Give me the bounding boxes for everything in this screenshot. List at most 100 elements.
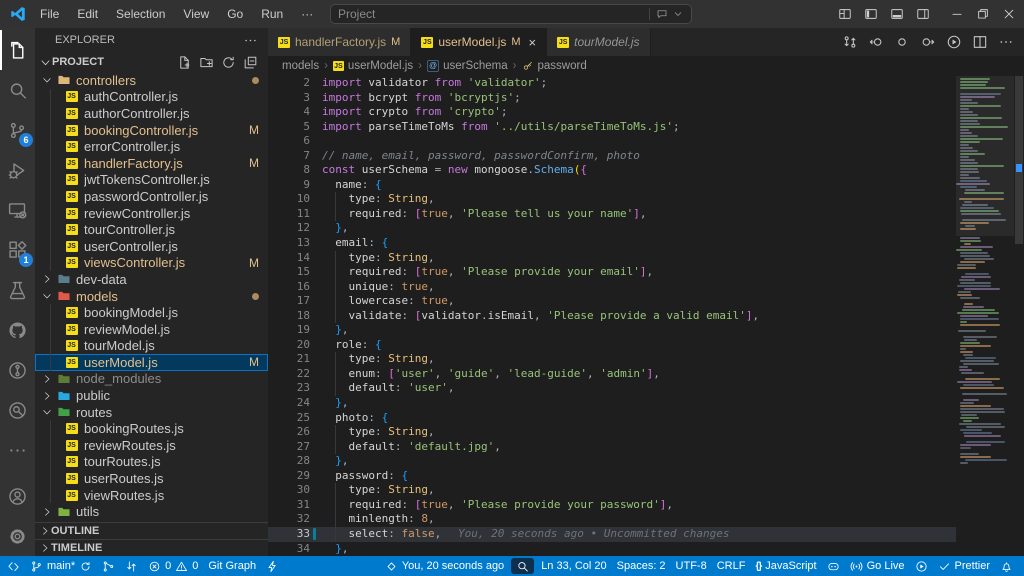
status-code-runner[interactable] [910,556,933,576]
code-line-21[interactable]: 21 type: String, [268,352,956,367]
code-line-34[interactable]: 34 }, [268,542,956,557]
code-line-14[interactable]: 14 type: String, [268,251,956,266]
activity-settings[interactable] [0,516,35,556]
chevron-small-down-icon[interactable] [672,8,684,20]
code-line-8[interactable]: 8const userSchema = new mongoose.Schema(… [268,163,956,178]
tree-item-controllers[interactable]: controllers [35,72,268,89]
ellipsis-icon[interactable] [243,33,258,48]
tree-item-routes[interactable]: routes [35,404,268,421]
status-go-live[interactable]: Go Live [845,556,910,576]
activity-gitlens[interactable] [0,350,35,390]
code-line-2[interactable]: 2import validator from 'validator'; [268,76,956,91]
tree-item-userRoutes-js[interactable]: JSuserRoutes.js [35,470,268,487]
status-prettier[interactable]: Prettier [933,556,995,576]
tree-item-tourModel-js[interactable]: JStourModel.js [35,338,268,355]
status-cursor-position[interactable]: Ln 33, Col 20 [536,556,611,576]
nav-circle-button[interactable] [894,34,910,50]
tree-item-bookingRoutes-js[interactable]: JSbookingRoutes.js [35,420,268,437]
code-line-12[interactable]: 12 }, [268,221,956,236]
search-extra-icons[interactable] [649,8,684,20]
ellipsis-button[interactable] [998,34,1014,50]
panel-right-button[interactable] [910,0,936,28]
code-line-11[interactable]: 11 required: [true, 'Please tell us your… [268,207,956,222]
code-line-26[interactable]: 26 type: String, [268,425,956,440]
code-line-25[interactable]: 25 photo: { [268,411,956,426]
compare-changes-button[interactable] [842,34,858,50]
tab-tourModel-js[interactable]: JStourModel.js [547,28,650,56]
panel-bottom-button[interactable] [884,0,910,28]
status-encoding[interactable]: UTF-8 [671,556,712,576]
tree-item-public[interactable]: public [35,387,268,404]
activity-ellipsis[interactable] [0,430,35,470]
status-notifications[interactable] [995,556,1018,576]
activity-remote-explorer[interactable] [0,190,35,230]
code-line-31[interactable]: 31 required: [true, 'Please provide your… [268,498,956,513]
activity-github[interactable] [0,310,35,350]
tree-item-bookingModel-js[interactable]: JSbookingModel.js [35,304,268,321]
command-center-search[interactable]: Project [330,4,692,24]
tree-item-utils[interactable]: utils [35,503,268,520]
status-zoom-tool[interactable] [511,558,534,574]
nav-forward-circle-button[interactable] [920,34,936,50]
section-outline[interactable]: OUTLINE [35,522,268,539]
code-line-6[interactable]: 6 [268,134,956,149]
menu-file[interactable]: File [31,0,68,28]
status-remote-indicator[interactable] [0,556,25,576]
code-line-19[interactable]: 19 }, [268,323,956,338]
code-line-9[interactable]: 9 name: { [268,178,956,193]
minimap[interactable] [956,76,1014,556]
breadcrumb-userSchema[interactable]: @userSchema [427,60,508,72]
code-line-27[interactable]: 27 default: 'default.jpg', [268,440,956,455]
activity-gitlens-inspect[interactable] [0,390,35,430]
tree-item-errorController-js[interactable]: JSerrorController.js [35,138,268,155]
breadcrumb-password[interactable]: password [522,60,587,72]
status-indentation[interactable]: Spaces: 2 [612,556,671,576]
new-folder-button[interactable] [199,55,214,70]
project-section-header[interactable]: PROJECT [35,52,268,72]
tree-item-reviewController-js[interactable]: JSreviewController.js [35,205,268,222]
status-eol[interactable]: CRLF [712,556,751,576]
scrollbar-slider[interactable] [1015,76,1023,244]
tree-item-viewsController-js[interactable]: JSviewsController.jsM [35,255,268,272]
status-scm-graph[interactable] [97,556,120,576]
tree-item-models[interactable]: models [35,288,268,305]
tree-item-userController-js[interactable]: JSuserController.js [35,238,268,255]
tree-item-tourController-js[interactable]: JStourController.js [35,221,268,238]
activity-run-debug[interactable] [0,150,35,190]
status-thunder-client[interactable] [261,556,284,576]
close-win-button[interactable] [996,0,1022,28]
code-editor[interactable]: 2import validator from 'validator';3impo… [268,76,1024,556]
tree-item-reviewRoutes-js[interactable]: JSreviewRoutes.js [35,437,268,454]
tree-item-userModel-js[interactable]: JSuserModel.jsM [35,354,268,371]
code-line-22[interactable]: 22 enum: ['user', 'guide', 'lead-guide',… [268,367,956,382]
menu-run[interactable]: Run [252,0,292,28]
panel-left-button[interactable] [858,0,884,28]
menu-edit[interactable]: Edit [68,0,107,28]
code-line-3[interactable]: 3import bcrypt from 'bcryptjs'; [268,91,956,106]
code-line-7[interactable]: 7// name, email, password, passwordConfi… [268,149,956,164]
tree-item-dev-data[interactable]: dev-data [35,271,268,288]
status-copilot[interactable] [822,556,845,576]
tree-item-bookingController-js[interactable]: JSbookingController.jsM [35,122,268,139]
code-line-23[interactable]: 23 default: 'user', [268,381,956,396]
chat-icon[interactable] [656,8,668,20]
code-line-32[interactable]: 32 minlength: 8, [268,512,956,527]
menu-go[interactable]: Go [218,0,252,28]
code-line-10[interactable]: 10 type: String, [268,192,956,207]
code-line-30[interactable]: 30 type: String, [268,483,956,498]
breadcrumb[interactable]: models›JSuserModel.js›@userSchema›passwo… [268,56,1024,76]
status-problems[interactable]: 00 [143,556,203,576]
status-language-mode[interactable]: {}JavaScript [750,556,821,576]
activity-account[interactable] [0,476,35,516]
tree-item-reviewModel-js[interactable]: JSreviewModel.js [35,321,268,338]
tree-item-authorController-js[interactable]: JSauthorController.js [35,105,268,122]
code-line-28[interactable]: 28 }, [268,454,956,469]
activity-explorer[interactable] [0,30,35,70]
tree-item-handlerFactory-js[interactable]: JShandlerFactory.jsM [35,155,268,172]
nav-back-circle-button[interactable] [868,34,884,50]
tree-item-jwtTokensController-js[interactable]: JSjwtTokensController.js [35,172,268,189]
minimap-viewport[interactable] [956,76,1014,236]
code-line-24[interactable]: 24 }, [268,396,956,411]
status-gitlens-compare[interactable] [120,556,143,576]
code-line-15[interactable]: 15 required: [true, 'Please provide your… [268,265,956,280]
